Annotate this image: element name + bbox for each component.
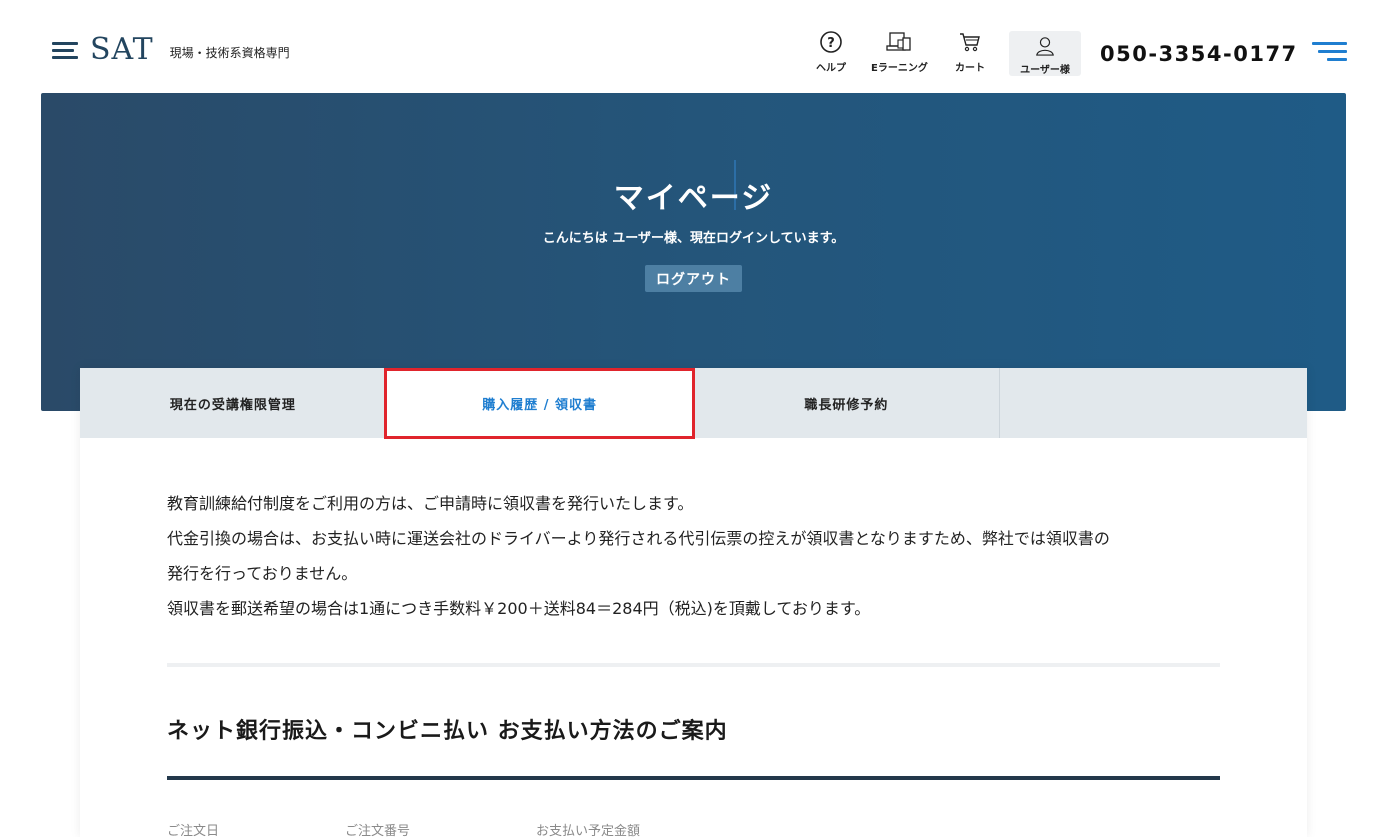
nav-cart[interactable]: カート xyxy=(955,30,985,74)
devices-icon xyxy=(886,32,912,51)
help-icon: ? xyxy=(820,31,842,53)
column-header-order-number: ご注文番号 xyxy=(345,824,411,837)
tab-purchase-history[interactable]: 購入履歴 / 領収書 xyxy=(386,368,694,438)
cart-icon xyxy=(960,33,980,52)
phone-number[interactable]: 050-3354-0177 xyxy=(1100,42,1298,66)
section-divider xyxy=(167,663,1220,667)
nav-cart-label: カート xyxy=(955,63,985,74)
tab-enrollment-management[interactable]: 現在の受講権限管理 xyxy=(80,368,387,438)
logo-text: SAT xyxy=(90,32,154,67)
mypage-hero: マイページ こんにちは ユーザー様、現在ログインしています。 ログアウト xyxy=(41,93,1346,411)
section-title-underline xyxy=(167,776,1220,780)
notice-line: 発行を行っておりません。 xyxy=(167,564,358,583)
nav-user-label: ユーザー様 xyxy=(1020,65,1070,76)
login-greeting: こんにちは ユーザー様、現在ログインしています。 xyxy=(542,231,845,246)
logo-subtitle: 現場・技術系資格専門 xyxy=(169,45,290,60)
notice-line: 領収書を郵送希望の場合は1通につき手数料￥200＋送料84＝284円（税込)を頂… xyxy=(167,599,871,618)
site-header: SAT 現場・技術系資格専門 ? ヘルプ Eラーニング カート ユーザー様 05… xyxy=(0,0,1387,93)
nav-elearning[interactable]: Eラーニング xyxy=(871,30,928,74)
logout-button[interactable]: ログアウト xyxy=(645,265,742,292)
svg-text:?: ? xyxy=(827,36,835,51)
notice-line: 代金引換の場合は、お支払い時に運送会社のドライバーより発行される代引伝票の控えが… xyxy=(167,529,1110,548)
notice-line: 教育訓練給付制度をご利用の方は、ご申請時に領収書を発行いたします。 xyxy=(167,494,694,513)
nav-elearning-label: Eラーニング xyxy=(871,63,928,74)
nav-user[interactable]: ユーザー様 xyxy=(1009,31,1081,76)
payment-section-title: ネット銀行振込・コンビニ払い お支払い方法のご案内 xyxy=(167,719,728,744)
tab-empty xyxy=(1000,368,1307,438)
mypage-content-card: 現在の受講権限管理 購入履歴 / 領収書 職長研修予約 教育訓練給付制度をご利用… xyxy=(80,368,1307,837)
user-icon xyxy=(1036,37,1054,56)
nav-help-label: ヘルプ xyxy=(816,63,846,74)
nav-help[interactable]: ? ヘルプ xyxy=(816,30,846,74)
column-header-order-date: ご注文日 xyxy=(167,824,220,837)
column-header-payment-amount: お支払い予定金額 xyxy=(536,824,641,837)
hamburger-logo-icon xyxy=(52,39,80,61)
site-logo[interactable]: SAT 現場・技術系資格専門 xyxy=(52,33,290,67)
tab-foreman-training[interactable]: 職長研修予約 xyxy=(694,368,1001,438)
menu-icon[interactable] xyxy=(1311,42,1347,62)
mypage-tabs: 現在の受講権限管理 購入履歴 / 領収書 職長研修予約 xyxy=(80,368,1307,438)
receipt-notice: 教育訓練給付制度をご利用の方は、ご申請時に領収書を発行いたします。 代金引換の場… xyxy=(167,486,1227,626)
page-title: マイページ xyxy=(613,181,774,216)
